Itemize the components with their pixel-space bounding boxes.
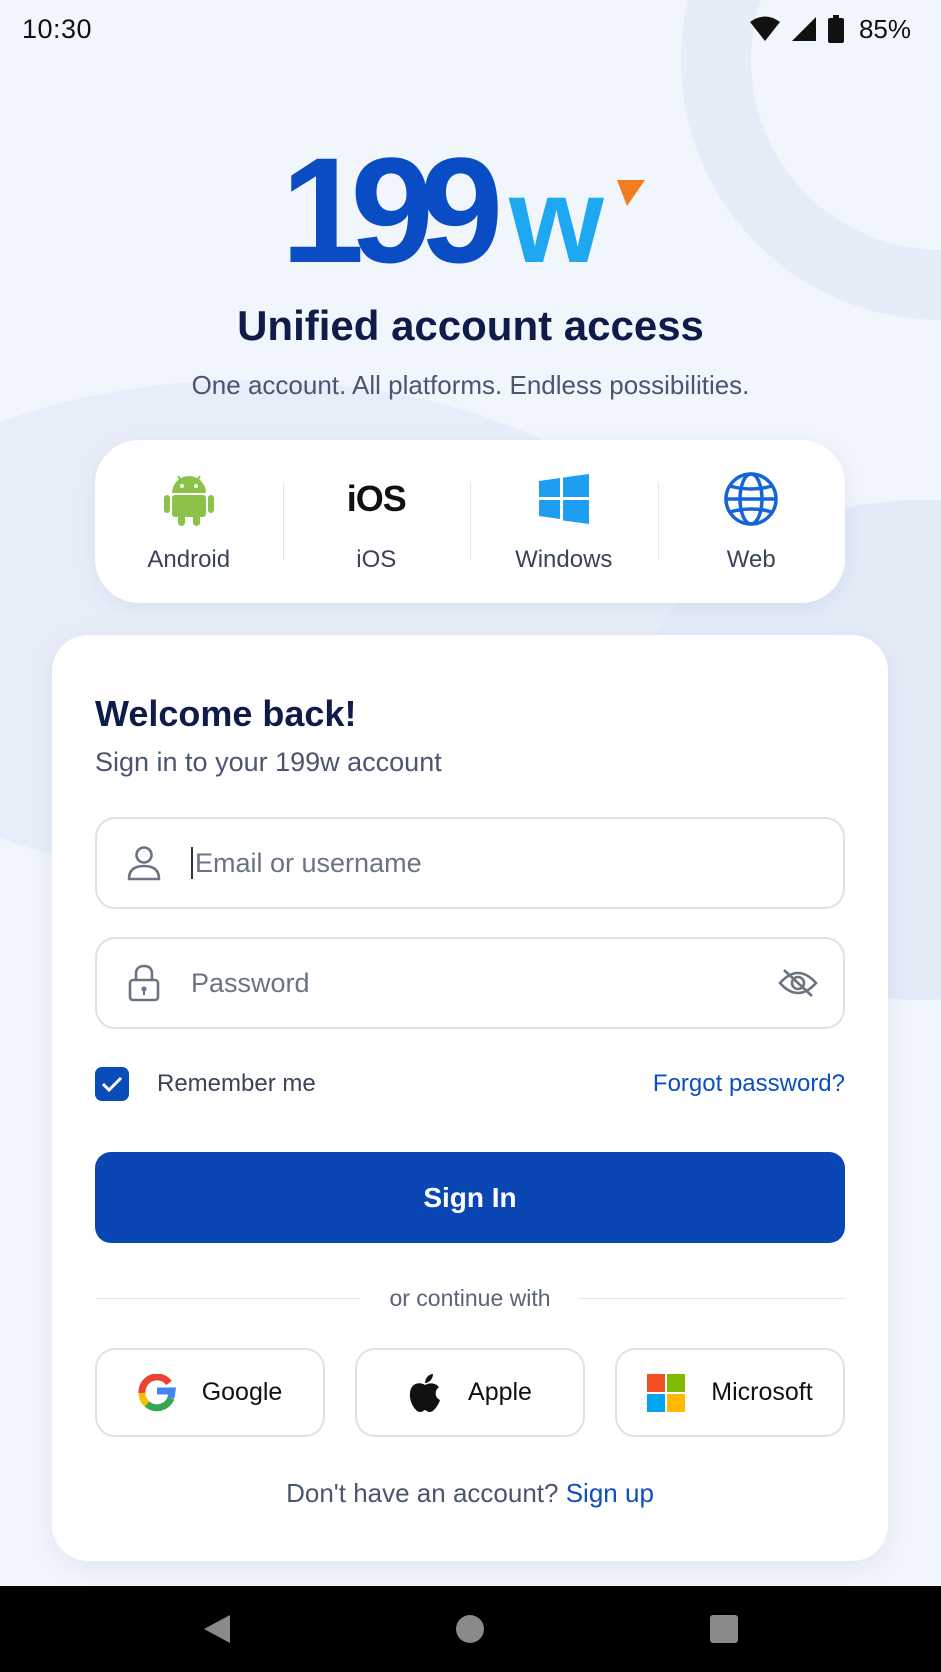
platforms-card: Android iOS iOS Windows Web xyxy=(95,440,845,603)
platform-label: Web xyxy=(726,545,776,573)
platform-ios: iOS iOS xyxy=(282,440,471,603)
home-icon xyxy=(456,1615,485,1643)
login-subtitle: Sign in to your 199w account xyxy=(95,747,442,777)
recents-button[interactable] xyxy=(684,1589,764,1669)
signup-prompt: Don't have an account? xyxy=(286,1478,559,1508)
status-bar: 10:30 85% xyxy=(0,0,941,58)
social-login-row: Google Apple Microsoft xyxy=(95,1348,845,1437)
text-caret xyxy=(191,847,193,879)
google-icon xyxy=(138,1373,176,1411)
apple-button[interactable]: Apple xyxy=(355,1348,585,1437)
social-label: Google xyxy=(201,1378,283,1406)
lock-icon xyxy=(128,964,160,1002)
microsoft-icon xyxy=(647,1373,686,1412)
battery-icon xyxy=(827,15,844,43)
platform-windows: Windows xyxy=(470,440,658,603)
password-input[interactable] xyxy=(191,967,753,999)
recents-icon xyxy=(710,1615,739,1643)
globe-icon xyxy=(724,471,778,526)
signal-icon xyxy=(791,17,816,41)
status-icons: 85% xyxy=(749,14,911,45)
apple-icon xyxy=(409,1373,441,1412)
back-button[interactable] xyxy=(177,1589,257,1669)
logo-letter: w xyxy=(508,152,605,270)
user-icon xyxy=(127,846,161,881)
sign-in-button[interactable]: Sign In xyxy=(95,1152,845,1243)
remember-row: Remember me Forgot password? xyxy=(95,1067,845,1101)
remember-checkbox[interactable] xyxy=(95,1067,129,1101)
divider: or continue with xyxy=(95,1285,845,1312)
toggle-password-visibility[interactable] xyxy=(753,967,843,999)
ios-icon: iOS xyxy=(346,477,407,519)
login-card: Welcome back! Sign in to your 199w accou… xyxy=(52,635,888,1561)
status-time: 10:30 xyxy=(22,13,93,44)
battery-percent: 85% xyxy=(858,13,911,44)
google-button[interactable]: Google xyxy=(95,1348,325,1437)
navigation-bar xyxy=(0,1586,941,1672)
wifi-icon xyxy=(749,16,780,41)
android-icon xyxy=(163,474,214,526)
social-label: Apple xyxy=(468,1378,532,1406)
password-field[interactable] xyxy=(95,937,845,1029)
platform-web: Web xyxy=(657,440,846,603)
forgot-password-link[interactable]: Forgot password? xyxy=(653,1070,845,1098)
page-subtitle: One account. All platforms. Endless poss… xyxy=(191,370,750,400)
microsoft-button[interactable]: Microsoft xyxy=(615,1348,845,1437)
platform-android: Android xyxy=(95,440,283,603)
page-title: Unified account access xyxy=(237,302,704,349)
logo-accent xyxy=(616,180,645,206)
platform-label: Windows xyxy=(515,545,613,573)
eye-off-icon xyxy=(778,969,818,997)
signup-row: Don't have an account? Sign up xyxy=(52,1478,888,1509)
platform-label: iOS xyxy=(356,545,397,573)
login-title: Welcome back! xyxy=(95,693,357,734)
divider-text: or continue with xyxy=(389,1285,551,1311)
social-label: Microsoft xyxy=(711,1378,813,1406)
remember-label: Remember me xyxy=(157,1070,316,1097)
home-button[interactable] xyxy=(430,1589,510,1669)
remember-me[interactable]: Remember me xyxy=(95,1067,316,1101)
brand-logo: 199 w xyxy=(0,140,941,270)
logo-numeral: 199 xyxy=(281,140,498,270)
email-input[interactable] xyxy=(195,847,843,879)
sign-up-link[interactable]: Sign up xyxy=(566,1478,654,1508)
windows-icon xyxy=(538,473,589,524)
platform-label: Android xyxy=(147,545,231,573)
check-icon xyxy=(101,1076,123,1093)
email-field[interactable] xyxy=(95,817,845,909)
back-icon xyxy=(203,1615,230,1643)
